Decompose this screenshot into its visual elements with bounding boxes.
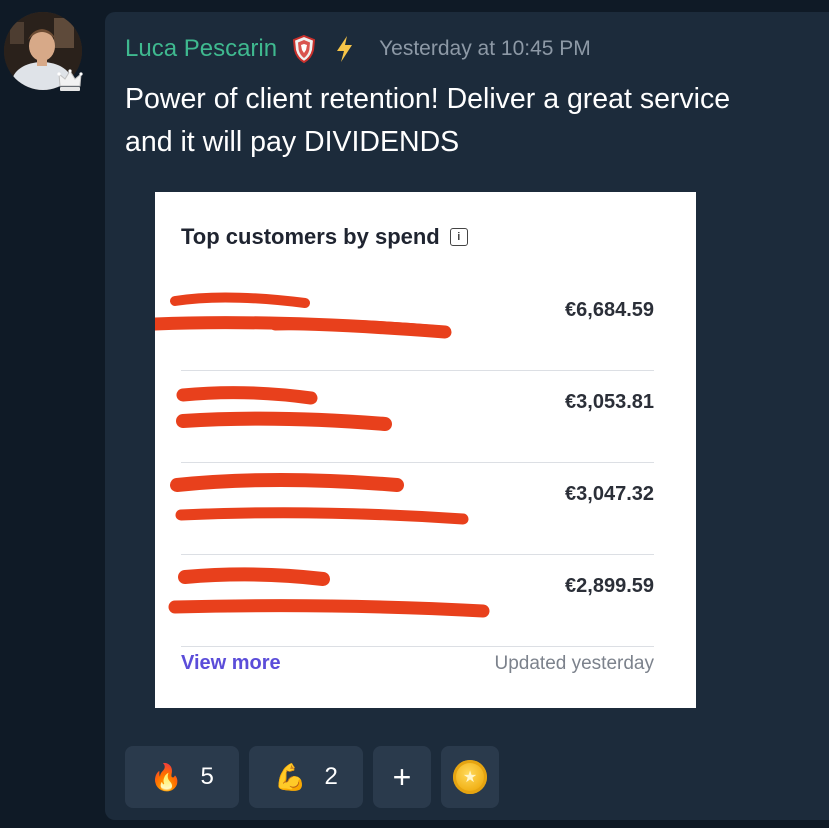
message-timestamp: Yesterday at 10:45 PM (379, 37, 591, 60)
reaction-count: 5 (200, 763, 214, 790)
updated-label: Updated yesterday (494, 653, 655, 674)
author-name[interactable]: Luca Pescarin (125, 35, 277, 63)
widget-title-text: Top customers by spend (181, 224, 440, 249)
redaction-mark (176, 386, 392, 431)
reaction-muscle[interactable]: 💪 2 (249, 746, 363, 808)
customer-amount: €3,053.81 (565, 391, 654, 413)
plus-icon: + (392, 758, 412, 795)
info-icon: i (449, 228, 468, 246)
customer-row: €6,684.59 (155, 279, 696, 371)
customer-row: €3,047.32 (155, 463, 696, 555)
add-reaction-button[interactable]: + (373, 746, 431, 808)
reaction-count: 2 (324, 763, 338, 790)
customer-amount: €3,047.32 (565, 483, 654, 505)
coin-reaction-button[interactable]: ★ (441, 746, 499, 808)
widget-title: Top customers by spend i (181, 224, 468, 250)
redaction-mark (168, 567, 490, 618)
redaction-mark (170, 473, 469, 525)
customer-amount: €2,899.59 (565, 575, 654, 597)
message-text: Power of client retention! Deliver a gre… (125, 83, 731, 158)
crown-icon (56, 66, 84, 94)
reaction-bar: 🔥 5 💪 2 + ★ (125, 746, 499, 808)
customer-amount: €6,684.59 (565, 299, 654, 321)
flexed-biceps-icon: 💪 (274, 762, 307, 792)
shield-icon (291, 34, 317, 64)
message-header: Luca Pescarin Yesterday at 10:45 PM (125, 32, 591, 66)
lightning-bolt-icon (331, 34, 357, 64)
customer-row: €3,053.81 (155, 371, 696, 463)
coin-icon: ★ (453, 760, 487, 794)
customer-row: €2,899.59 (155, 555, 696, 647)
view-more-link[interactable]: View more (181, 652, 281, 675)
redaction-mark (155, 292, 452, 339)
attached-image[interactable]: Top customers by spend i €6,684.59 €3,05… (155, 192, 696, 708)
row-divider (181, 646, 654, 647)
reaction-fire[interactable]: 🔥 5 (125, 746, 239, 808)
fire-icon: 🔥 (150, 762, 183, 792)
